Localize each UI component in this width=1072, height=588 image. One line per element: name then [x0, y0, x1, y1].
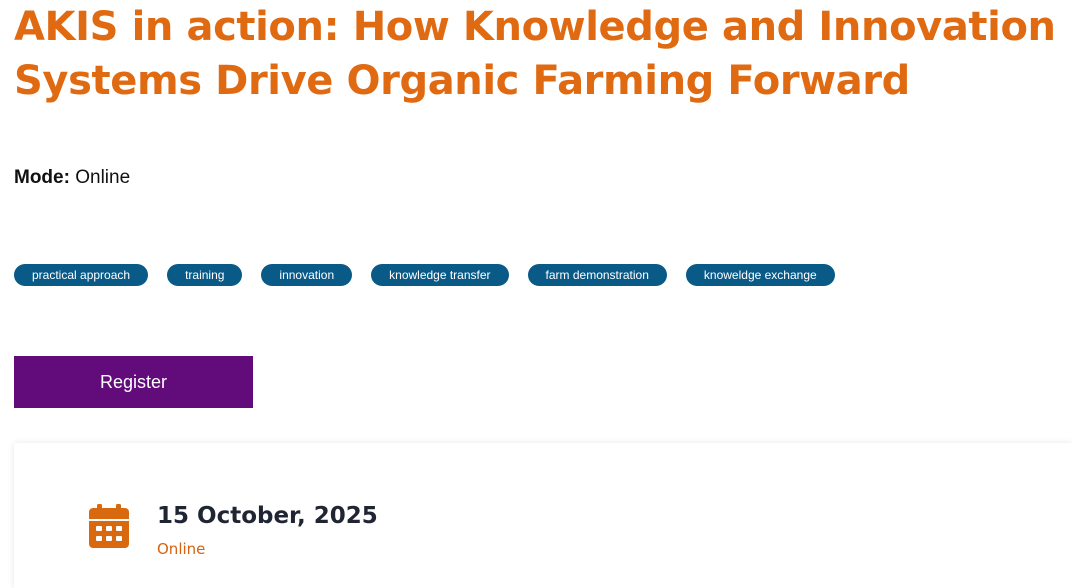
tag-farm-demonstration[interactable]: farm demonstration [527, 264, 667, 286]
tag-innovation[interactable]: innovation [261, 264, 353, 286]
event-details-card: 15 October, 2025 Online [14, 443, 1072, 588]
page-title: AKIS in action: How Knowledge and Innova… [14, 4, 1056, 104]
event-page: AKIS in action: How Knowledge and Innova… [0, 0, 1072, 588]
event-location: Online [157, 540, 206, 558]
event-mode: Mode: Online [14, 166, 130, 190]
tag-knowledge-exchange[interactable]: knoweldge exchange [685, 264, 835, 286]
tag-training[interactable]: training [167, 264, 243, 286]
tag-practical-approach[interactable]: practical approach [14, 264, 149, 286]
event-date: 15 October, 2025 [157, 503, 378, 529]
calendar-icon [89, 504, 129, 548]
tag-list: practical approach training innovation k… [14, 264, 835, 286]
mode-label: Mode: [14, 167, 70, 188]
tag-knowledge-transfer[interactable]: knowledge transfer [371, 264, 509, 286]
register-button[interactable]: Register [14, 356, 253, 408]
mode-value: Online [75, 167, 131, 188]
